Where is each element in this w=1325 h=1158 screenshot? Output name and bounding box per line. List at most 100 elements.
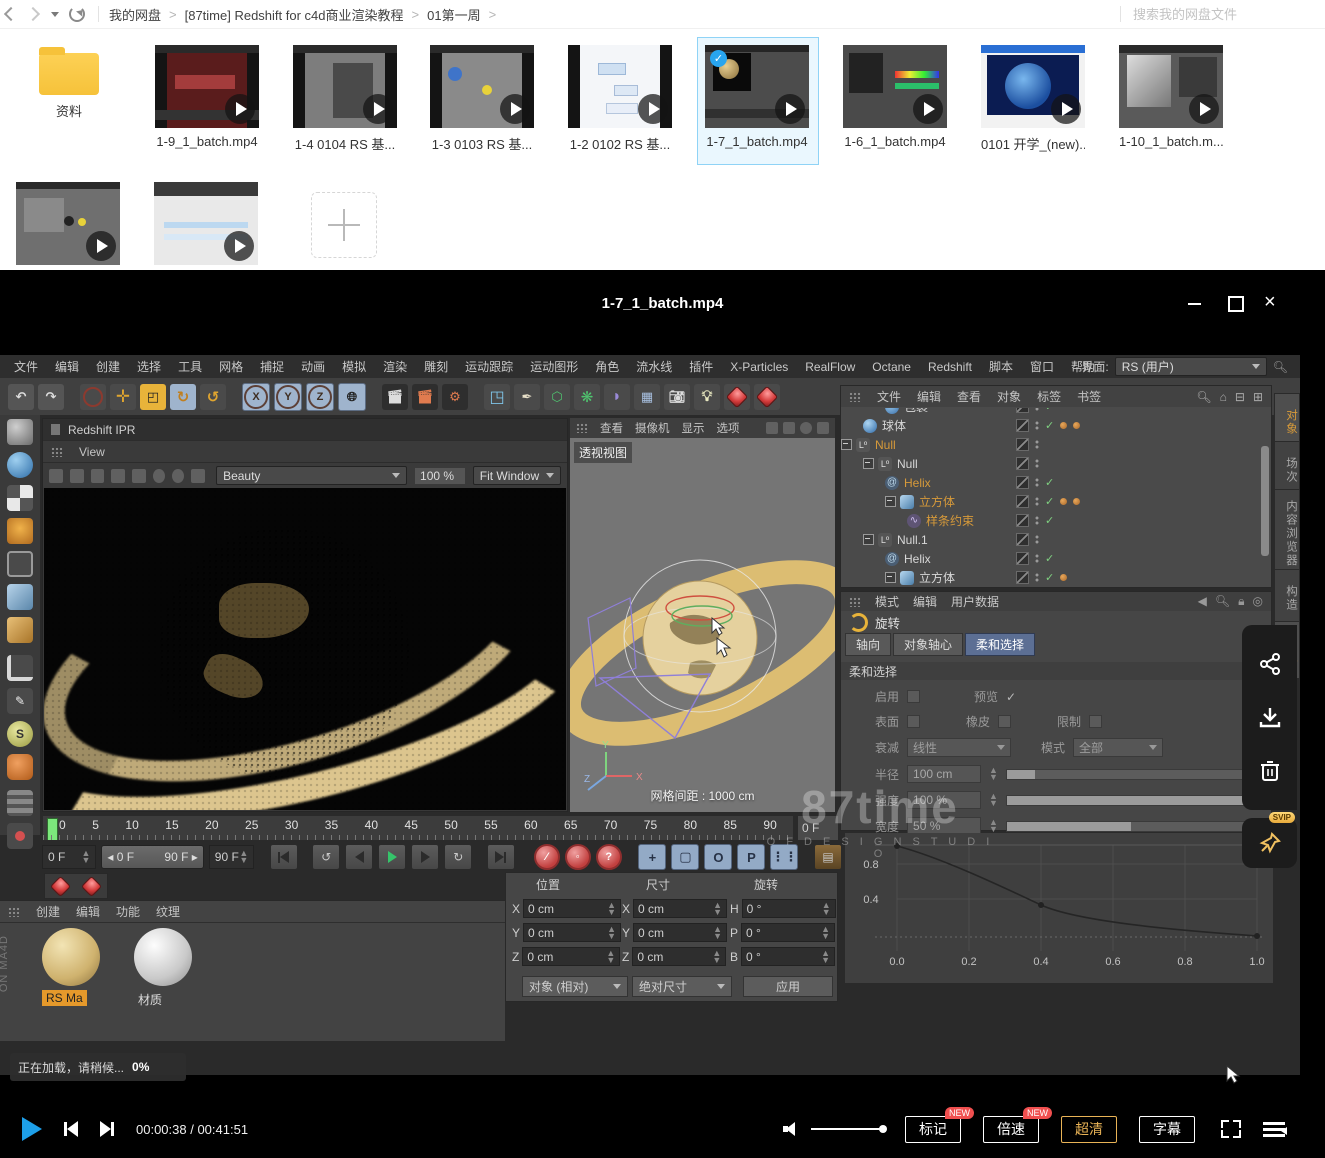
move-icon[interactable]: ✛	[110, 384, 136, 410]
play-backward-button[interactable]: ↺	[312, 844, 340, 870]
end-frame-field[interactable]: 90 F▲▼	[209, 845, 254, 869]
workplane-icon[interactable]	[7, 655, 33, 681]
snowflake-icon[interactable]	[172, 469, 184, 483]
z-axis-lock-icon[interactable]: Z	[306, 383, 334, 411]
tree-row[interactable]: Lº Null	[841, 454, 1259, 473]
tab-object-axis[interactable]: 对象轴心	[893, 633, 963, 656]
menu-item[interactable]: 渲染	[383, 358, 407, 375]
frame-field-right[interactable]: 0 F	[797, 815, 839, 841]
collapse-toggle[interactable]	[863, 534, 874, 545]
pos-y-field[interactable]: 0 cm▲▼	[523, 923, 621, 942]
close-button[interactable]: ×	[1264, 294, 1286, 314]
width-slider[interactable]	[1006, 821, 1256, 832]
om-home-icon[interactable]: ⌂	[1220, 390, 1227, 404]
mograph-icon[interactable]: ❋	[574, 384, 600, 410]
camera-icon[interactable]: 📷︎	[664, 384, 690, 410]
frame-range-slider[interactable]: ◂ 0 F 90 F ▸	[101, 845, 203, 869]
radius-slider[interactable]	[1006, 769, 1256, 780]
strength-slider[interactable]	[1006, 795, 1256, 806]
menu-item[interactable]: Octane	[872, 360, 911, 374]
limit-checkbox[interactable]	[1089, 715, 1102, 728]
go-to-end-button[interactable]	[487, 844, 515, 870]
stop-icon[interactable]	[49, 469, 63, 483]
menu-item[interactable]: 网格	[219, 358, 243, 375]
record-key-button[interactable]: ⁄	[534, 844, 560, 870]
key-scale-button[interactable]: ▢	[671, 844, 699, 870]
redshift-gem-icon[interactable]	[50, 875, 71, 896]
om-menu[interactable]: 书签	[1077, 388, 1101, 405]
cube-blue-icon[interactable]	[7, 584, 33, 610]
redshift-gem-icon[interactable]	[81, 875, 102, 896]
menu-item[interactable]: 脚本	[989, 358, 1013, 375]
sphere-tool-icon[interactable]	[7, 452, 33, 478]
tree-row[interactable]: 立方体 ✓	[841, 492, 1259, 511]
viewport-menu[interactable]: 显示	[682, 420, 705, 436]
zoom-icon[interactable]	[783, 422, 795, 434]
drag-handle-icon[interactable]	[51, 447, 63, 457]
honeycomb-icon[interactable]	[7, 518, 33, 544]
share-icon[interactable]	[1258, 652, 1282, 676]
file-card[interactable]: 1-3 0103 RS 基...	[430, 45, 534, 153]
ipr-view-menu[interactable]: View	[79, 445, 105, 459]
om-search-icon[interactable]: 🔍︎	[1196, 390, 1211, 404]
om-menu[interactable]: 编辑	[917, 388, 941, 405]
eraser-checkbox[interactable]	[998, 715, 1011, 728]
pos-x-field[interactable]: 0 cm▲▼	[523, 899, 621, 918]
tree-row[interactable]: @ Helix ✓	[841, 549, 1259, 568]
mat-menu[interactable]: 编辑	[76, 903, 100, 920]
tree-row[interactable]: 包裹 ✓	[841, 408, 1259, 416]
deformer-icon[interactable]: ◗	[604, 384, 630, 410]
ipr-titlebar[interactable]: Redshift IPR	[43, 419, 567, 440]
collapse-toggle[interactable]	[841, 439, 852, 450]
tree-row[interactable]: Lº Null.1	[841, 530, 1259, 549]
download-icon[interactable]	[1258, 705, 1282, 729]
pos-z-field[interactable]: 0 cm▲▼	[522, 947, 620, 966]
radius-field[interactable]: 100 cm	[907, 765, 981, 783]
play-forward-button[interactable]: ↻	[444, 844, 472, 870]
pin-panel[interactable]: SVIP	[1242, 818, 1297, 868]
menu-item[interactable]: 流水线	[636, 358, 672, 375]
interface-dropdown[interactable]: RS (用户)	[1115, 357, 1267, 376]
om-scrollbar[interactable]	[1261, 446, 1269, 556]
speed-button[interactable]: 倍速NEW	[983, 1116, 1039, 1143]
render-view-icon[interactable]: 🎬︎	[382, 384, 408, 410]
size-mode-dropdown[interactable]: 绝对尺寸	[632, 976, 732, 997]
file-card[interactable]: 1-6_1_batch.mp4	[843, 45, 947, 149]
file-card[interactable]: 1-9_1_batch.mp4	[155, 45, 259, 149]
attr-menu[interactable]: 模式	[875, 593, 899, 610]
search-icon[interactable]: 🔍︎	[1273, 360, 1288, 374]
fullscreen-icon[interactable]	[1221, 1120, 1241, 1138]
undo-icon[interactable]: ↶	[8, 384, 34, 410]
playlist-icon[interactable]	[1263, 1121, 1285, 1137]
fit-dropdown[interactable]: Fit Window	[473, 466, 561, 485]
delete-icon[interactable]	[1259, 759, 1281, 783]
collapse-toggle[interactable]	[863, 458, 874, 469]
redo-icon[interactable]: ↷	[38, 384, 64, 410]
pass-dropdown[interactable]: Beauty	[216, 466, 407, 485]
tab-axis[interactable]: 轴向	[845, 633, 891, 656]
attr-target-icon[interactable]: ◎	[1253, 594, 1263, 609]
key-position-button[interactable]: +	[638, 844, 666, 870]
render-settings-icon[interactable]: ⚙︎	[442, 384, 468, 410]
key-rotation-button[interactable]: O	[704, 844, 732, 870]
breadcrumb-root[interactable]: 我的网盘	[109, 5, 161, 24]
menu-item[interactable]: 动画	[301, 358, 325, 375]
rot-b-field[interactable]: 0 °▲▼	[741, 947, 835, 966]
play-button[interactable]	[378, 844, 406, 870]
volume-slider[interactable]	[811, 1128, 883, 1130]
size-y-field[interactable]: 0 cm▲▼	[633, 923, 727, 942]
cube-gold-icon[interactable]	[7, 617, 33, 643]
menu-item[interactable]: 运动图形	[530, 358, 578, 375]
viewport-menu[interactable]: 查看	[600, 420, 623, 436]
collapse-toggle[interactable]	[885, 496, 896, 507]
om-menu[interactable]: 标签	[1037, 388, 1061, 405]
paint-icon[interactable]	[7, 754, 33, 780]
attr-menu[interactable]: 编辑	[913, 593, 937, 610]
rotate-icon[interactable]: ↻	[170, 384, 196, 410]
scale-icon[interactable]: ◰	[140, 384, 166, 410]
tree-row[interactable]: 球体 ✓	[841, 416, 1259, 435]
falloff-dropdown[interactable]: 线性	[907, 738, 1011, 757]
surface-checkbox[interactable]	[907, 715, 920, 728]
breadcrumb-course[interactable]: [87time] Redshift for c4d商业渲染教程	[185, 5, 404, 24]
file-card[interactable]	[154, 182, 258, 265]
